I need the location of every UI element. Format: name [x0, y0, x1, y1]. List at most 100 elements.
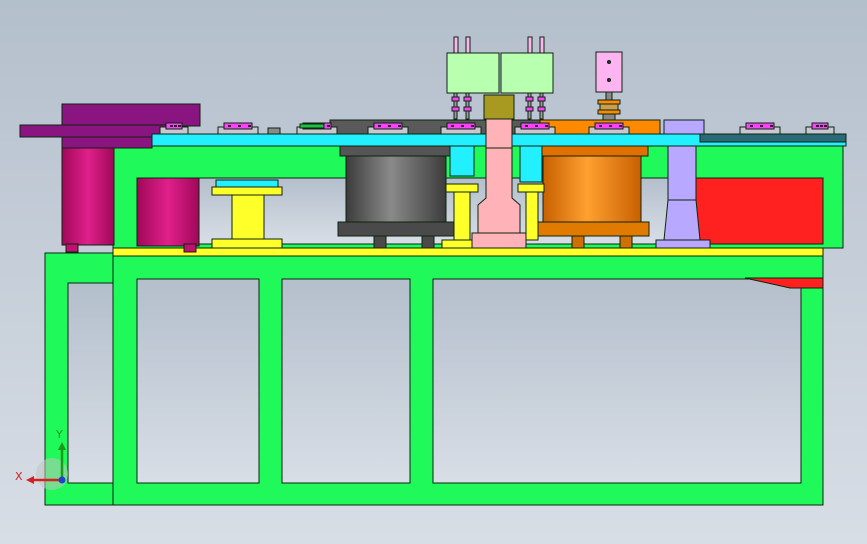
- workpiece-pin: [388, 125, 391, 127]
- workpiece-pin: [824, 125, 827, 127]
- workpiece-pin: [451, 125, 454, 127]
- workpiece-pin: [619, 125, 622, 127]
- press-column-upper: [485, 117, 513, 149]
- fixture-nest: [367, 122, 409, 135]
- nozzle-ring: [525, 106, 534, 112]
- spool-left-cap: [215, 179, 279, 188]
- clamp-plate-2: [597, 109, 621, 115]
- nozzle-ring: [537, 106, 546, 112]
- cylinder-block-right: [500, 52, 554, 94]
- gray-cylinder-top: [339, 145, 451, 157]
- guide-yellow-top: [517, 183, 545, 193]
- press-head: [483, 94, 515, 120]
- machine-drawing: X Y: [0, 0, 867, 544]
- workpiece-pin: [760, 125, 763, 127]
- spool-mid-body: [453, 191, 471, 241]
- nozzle-ring: [451, 96, 460, 102]
- triad-y-label: Y: [55, 428, 63, 441]
- spool-mid-top: [445, 183, 479, 193]
- nozzle-ring: [537, 96, 546, 102]
- lavender-foot: [663, 199, 701, 241]
- spool-left-base: [211, 238, 283, 249]
- triad-x-label: X: [15, 470, 23, 483]
- orange-leg-1: [571, 235, 585, 249]
- lavender-base: [655, 239, 711, 249]
- workpiece-pin: [609, 125, 612, 127]
- table-plate-dark: [699, 133, 847, 143]
- workpiece-pin: [750, 125, 753, 127]
- clamp-tip: [602, 113, 616, 121]
- nozzle-ring: [463, 96, 472, 102]
- air-fitting-1: [453, 36, 459, 54]
- nozzle-ring: [463, 106, 472, 112]
- triad-z-axis: [58, 476, 66, 484]
- orange-cylinder-top: [535, 145, 649, 157]
- frame-opening-1: [67, 282, 114, 484]
- spool-mid-column: [449, 145, 475, 177]
- workpiece-pin: [820, 125, 823, 127]
- gray-leg-1: [373, 235, 387, 249]
- fixture-nest: [588, 122, 630, 135]
- workpiece-pin: [378, 125, 381, 127]
- workpiece-pin: [178, 125, 181, 127]
- orange-leg-2: [619, 235, 633, 249]
- workpiece-pin: [816, 125, 819, 127]
- workpiece-pin: [174, 125, 177, 127]
- workpiece-pin: [461, 125, 464, 127]
- frame-opening-4: [432, 278, 802, 484]
- pink-cylinder-port-2: [607, 78, 611, 82]
- fixture-nest: [217, 122, 259, 135]
- fixture-nest: [440, 122, 482, 135]
- spool-left-body: [231, 194, 265, 240]
- cyan-guide: [519, 145, 543, 183]
- air-fitting-3: [527, 36, 533, 54]
- workpiece-pin: [228, 125, 231, 127]
- clamp-plate-1: [597, 99, 621, 105]
- orange-cylinder-body: [542, 155, 642, 223]
- workpiece-pin: [238, 125, 241, 127]
- pink-cylinder-clamp: [595, 51, 623, 121]
- orange-cylinder-flange: [534, 221, 650, 237]
- guide-yellow-body: [525, 191, 539, 241]
- clamp-jaw: [599, 103, 619, 111]
- air-fitting-4: [539, 36, 545, 54]
- feeder-foot-1: [65, 243, 79, 253]
- frame-top-rail: [112, 247, 824, 257]
- workpiece-pin: [535, 125, 538, 127]
- pink-cylinder-body: [595, 51, 623, 93]
- feeder-base: [61, 147, 115, 246]
- gray-cylinder-flange: [337, 221, 455, 237]
- workpiece-pin: [599, 125, 602, 127]
- spool-left-top: [211, 186, 283, 196]
- workpiece-pin: [525, 125, 528, 127]
- gray-cylinder-body: [345, 155, 447, 223]
- feeder-neck: [61, 136, 153, 149]
- workpiece-pin: [398, 125, 401, 127]
- air-fitting-2: [465, 36, 471, 54]
- feeder-lower-body: [136, 177, 200, 247]
- clamp-rod: [605, 91, 613, 101]
- lower-frame: [44, 247, 824, 506]
- fixture-nest: [514, 122, 556, 135]
- nozzle-ring: [451, 106, 460, 112]
- frame-opening-3: [281, 278, 411, 484]
- orange-drive-cylinder: [534, 145, 650, 249]
- red-side-block: [692, 177, 824, 245]
- workpiece-pin: [471, 125, 474, 127]
- cylinder-block-left: [446, 52, 500, 94]
- fixture-nest: [739, 122, 781, 135]
- sensor-block: [267, 127, 281, 135]
- workpiece-pin: [327, 125, 330, 127]
- frame-opening-2: [136, 278, 260, 484]
- workpiece-pin: [170, 125, 173, 127]
- gray-drive-cylinder: [337, 145, 455, 249]
- workpiece-pin: [545, 125, 548, 127]
- workpiece-pin: [248, 125, 251, 127]
- gray-leg-2: [421, 235, 435, 249]
- cad-viewport[interactable]: X Y: [0, 0, 867, 544]
- lavender-column: [667, 145, 697, 201]
- workpiece-pin: [770, 125, 773, 127]
- feeder-foot-2: [183, 243, 197, 253]
- sensor-led: [299, 123, 325, 129]
- lavender-cap: [663, 119, 705, 135]
